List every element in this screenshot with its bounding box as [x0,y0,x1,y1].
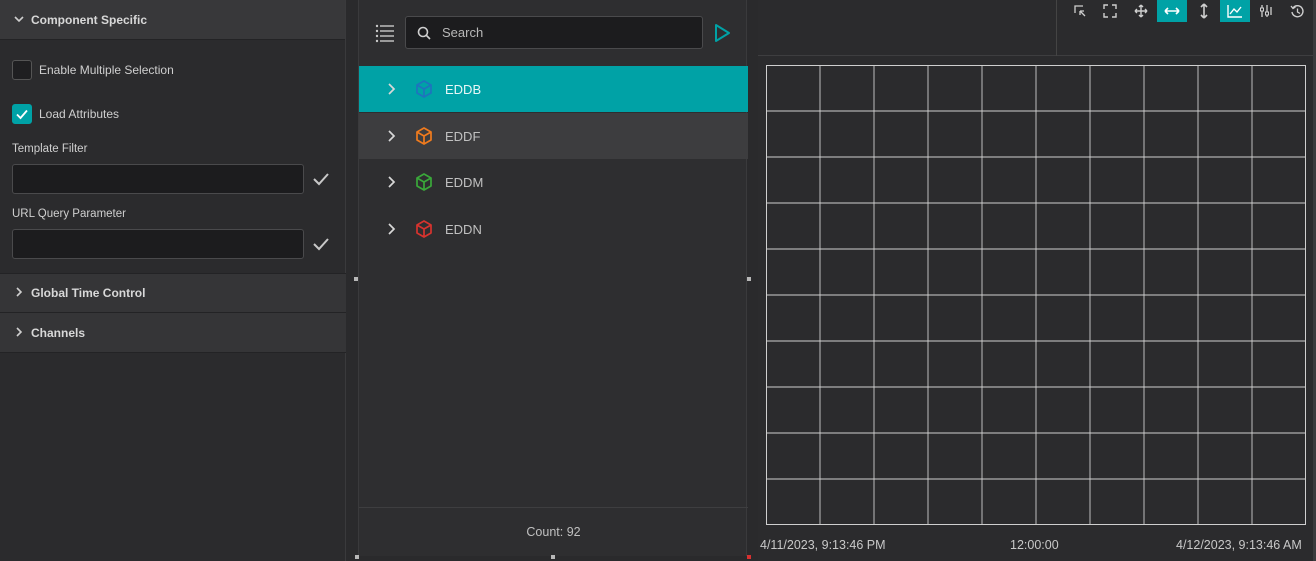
check-icon [313,238,329,251]
app-root: Component Specific Enable Multiple Selec… [0,0,1316,561]
lasso-select-icon[interactable] [1065,0,1095,22]
section-global-time-control[interactable]: Global Time Control [0,273,346,313]
template-filter-apply-button[interactable] [310,168,332,190]
asset-list-panel: EDDB EDDF EDDM EDDN Count: 92 [358,0,748,556]
check-icon [313,173,329,186]
chevron-down-icon [12,13,26,27]
play-icon[interactable] [711,22,733,44]
resize-handle[interactable] [551,555,555,559]
chevron-right-icon[interactable] [385,175,399,189]
enable-multiple-selection-checkbox[interactable] [12,60,32,80]
cube-icon [413,218,435,240]
list-item-label: EDDB [445,81,482,97]
list-item-label: EDDM [445,174,484,190]
load-attributes-checkbox[interactable] [12,104,32,124]
section-title: Component Specific [31,12,148,27]
search-input[interactable] [442,25,682,40]
cube-icon [413,171,435,193]
item-count: Count: 92 [526,525,581,539]
search-box[interactable] [405,16,703,49]
x-axis-mid-label: 12:00:00 [1010,538,1059,552]
chevron-right-icon [12,326,26,340]
cube-icon [413,78,435,100]
zoom-x-icon[interactable] [1157,0,1187,22]
toolbar-divider [1056,0,1057,56]
enable-multiple-selection-row[interactable]: Enable Multiple Selection [12,60,174,80]
checkmark-icon [16,109,28,120]
history-icon[interactable] [1282,0,1312,22]
list-item[interactable]: EDDF [359,113,748,159]
template-filter-label: Template Filter [12,143,88,155]
chevron-right-icon[interactable] [385,82,399,96]
section-channels[interactable]: Channels [0,313,346,353]
chart-plot-area[interactable] [766,65,1306,525]
cube-icon [413,125,435,147]
search-icon [406,26,442,40]
chart-line-icon[interactable] [1220,0,1250,22]
zoom-y-icon[interactable] [1189,0,1219,22]
list-view-icon[interactable] [375,23,395,43]
fullscreen-icon[interactable] [1095,0,1125,22]
chart-panel: 4/11/2023, 9:13:46 PM 12:00:00 4/12/2023… [758,0,1316,561]
chevron-right-icon [12,286,26,300]
resize-handle[interactable] [355,555,359,559]
url-query-parameter-input[interactable] [12,229,304,259]
list-item-label: EDDF [445,128,481,144]
section-title: Channels [31,325,86,340]
list-item-label: EDDN [445,221,482,237]
template-filter-input[interactable] [12,164,304,194]
list-item[interactable]: EDDN [359,206,748,252]
load-attributes-row[interactable]: Load Attributes [12,104,119,124]
list-item[interactable]: EDDB [359,66,748,112]
chevron-right-icon[interactable] [385,129,399,143]
section-title: Global Time Control [31,286,146,300]
x-axis-end-label: 4/12/2023, 9:13:46 AM [1176,538,1302,552]
resize-handle[interactable] [354,277,358,281]
list-item[interactable]: EDDM [359,159,748,205]
pan-icon[interactable] [1126,0,1156,22]
resize-handle[interactable] [747,555,751,559]
chevron-right-icon[interactable] [385,222,399,236]
settings-sliders-icon[interactable] [1251,0,1281,22]
enable-multiple-selection-label: Enable Multiple Selection [39,63,174,77]
section-component-specific[interactable]: Component Specific [0,0,345,40]
x-axis-start-label: 4/11/2023, 9:13:46 PM [760,538,886,552]
settings-panel: Component Specific Enable Multiple Selec… [0,0,346,561]
url-query-parameter-apply-button[interactable] [310,233,332,255]
list-header [359,0,746,66]
count-footer: Count: 92 [359,507,748,556]
chart-toolbar [758,0,1316,56]
load-attributes-label: Load Attributes [39,107,120,121]
url-query-parameter-label: URL Query Parameter [12,208,126,220]
resize-handle[interactable] [747,277,751,281]
